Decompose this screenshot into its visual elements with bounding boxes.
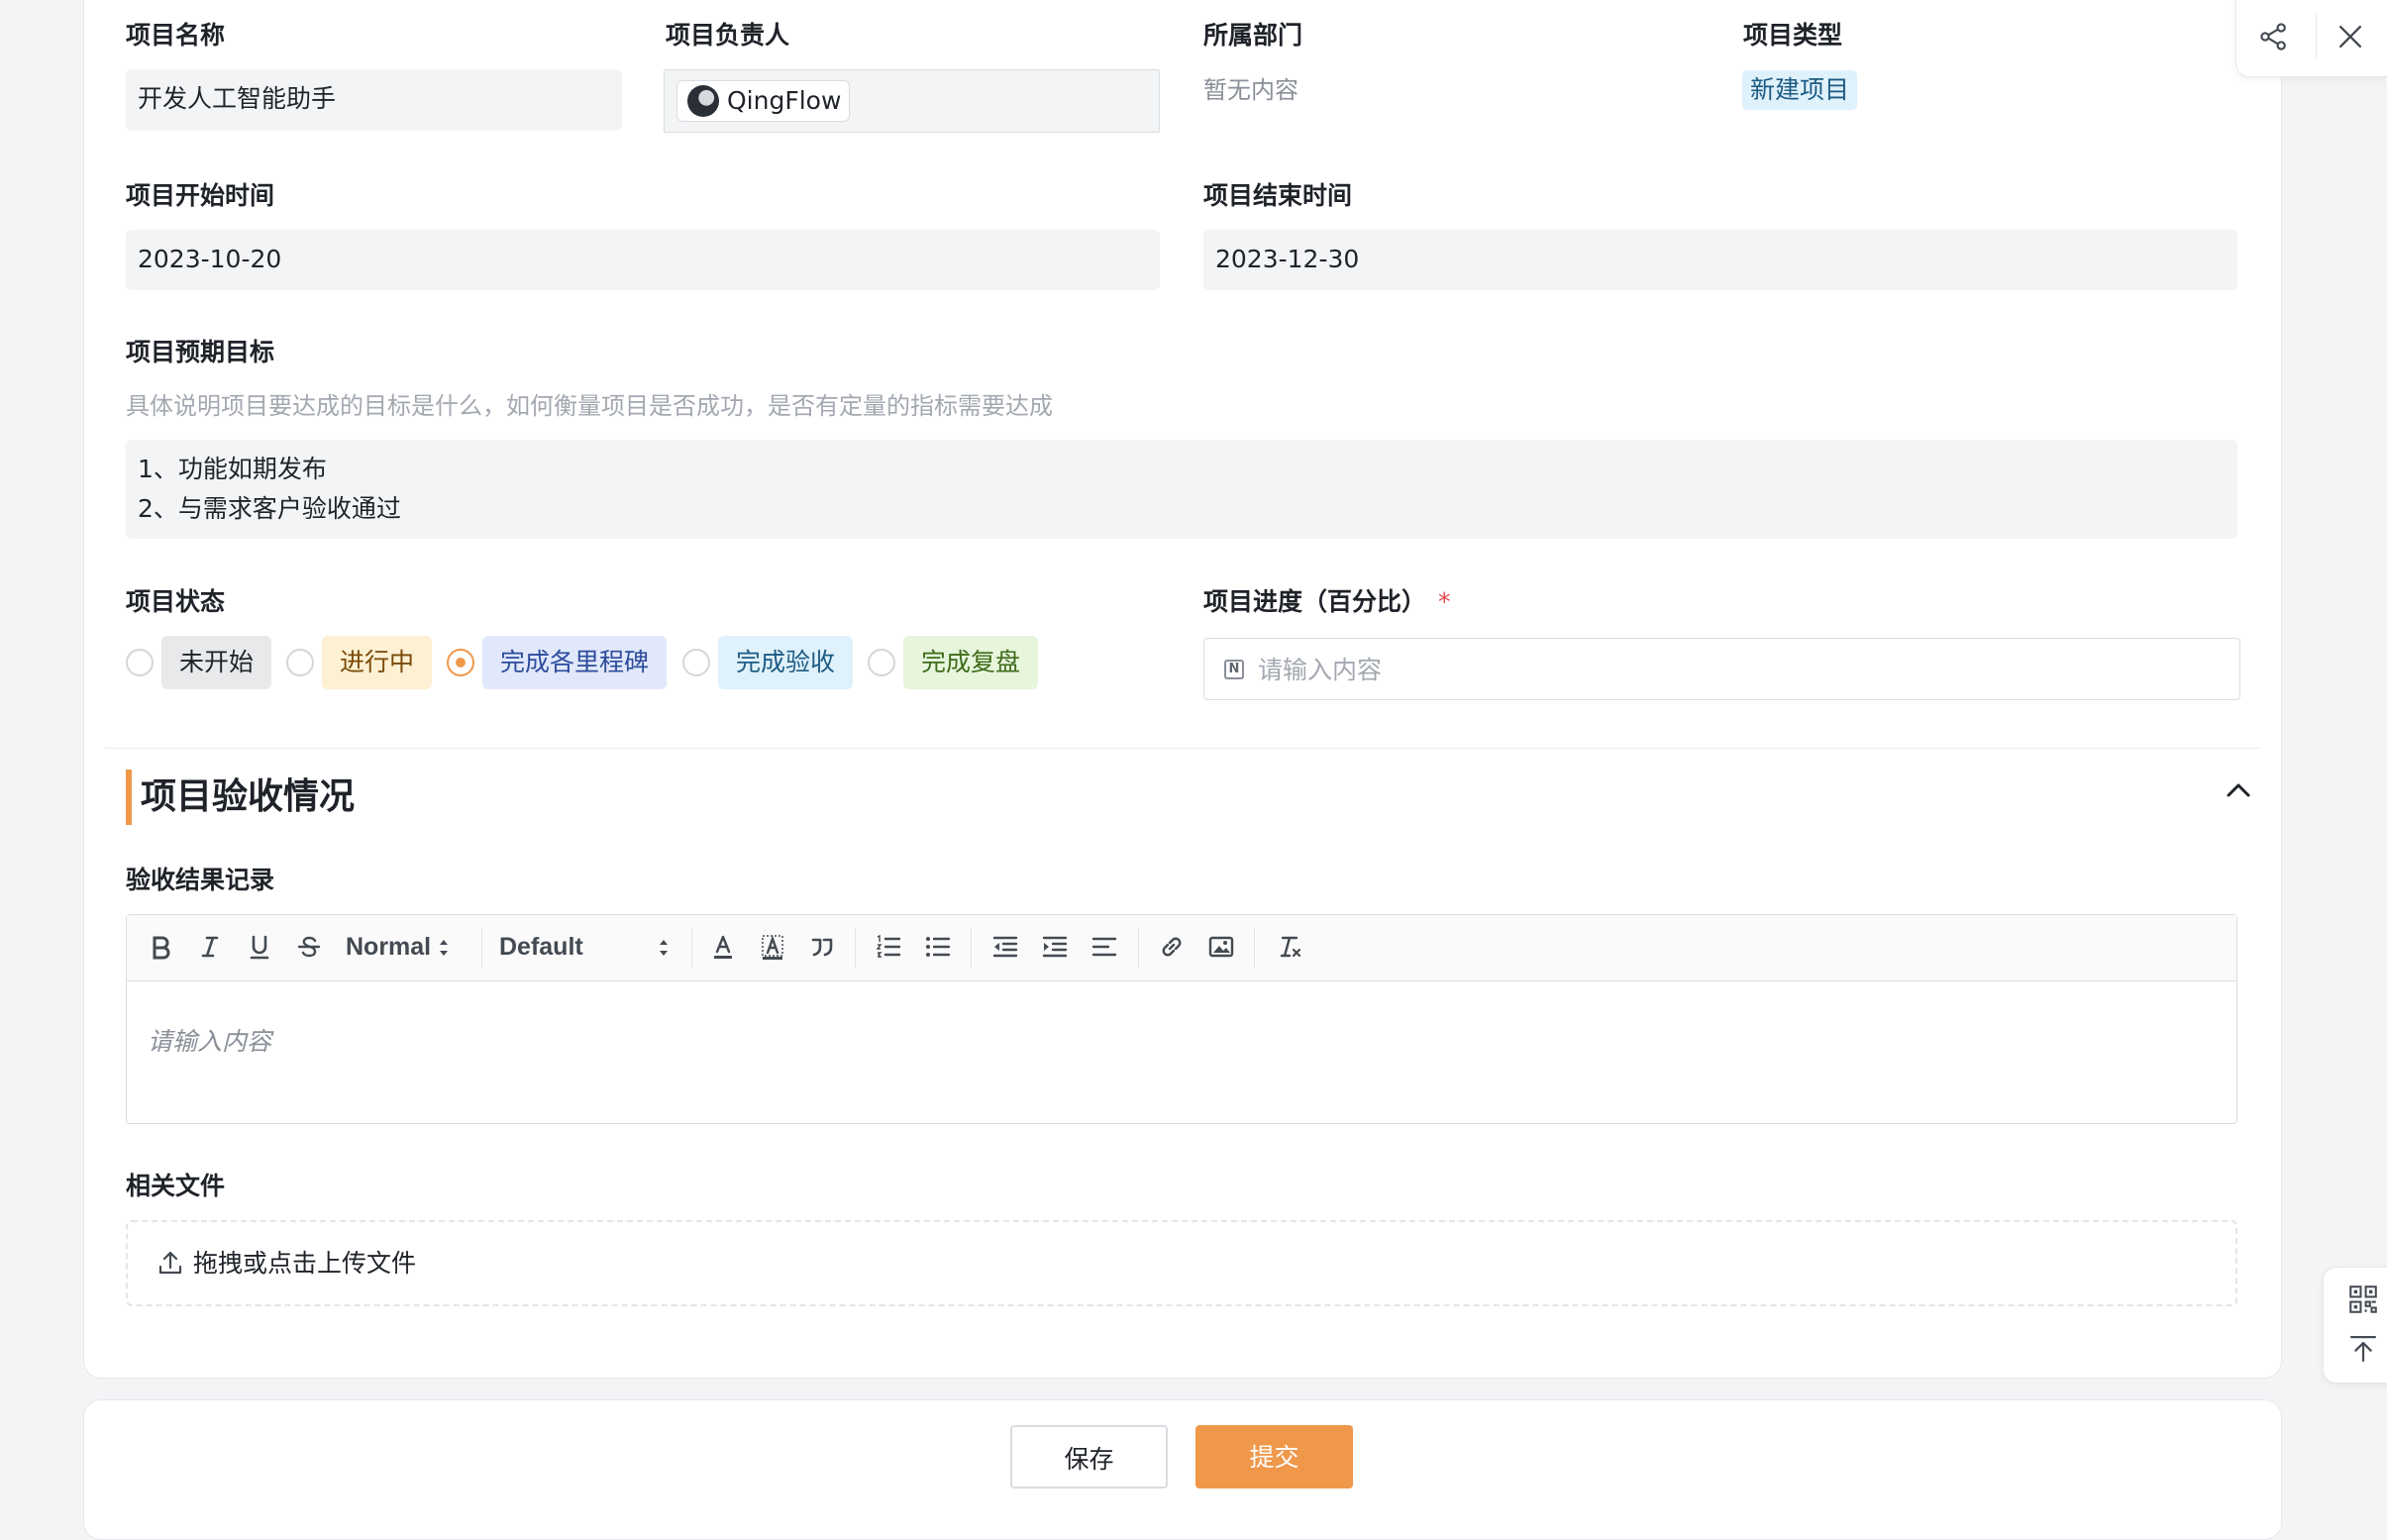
- actions-separator: [2316, 13, 2317, 58]
- indent-icon[interactable]: [1037, 929, 1073, 965]
- owner-field[interactable]: QingFlow: [664, 69, 1160, 133]
- status-radio-in-progress[interactable]: [286, 649, 314, 676]
- owner-chip[interactable]: QingFlow: [676, 80, 851, 122]
- outdent-icon[interactable]: [987, 929, 1023, 965]
- header-select-value: Normal: [346, 933, 432, 961]
- section-accent-bar: [126, 770, 132, 825]
- bold-icon[interactable]: [143, 929, 178, 965]
- project-name-field[interactable]: 开发人工智能助手: [126, 69, 622, 131]
- share-icon[interactable]: [2254, 17, 2294, 56]
- goal-textarea[interactable]: 1、功能如期发布 2、与需求客户验收通过: [126, 440, 2237, 539]
- section-title: 项目验收情况: [141, 776, 356, 817]
- strike-icon[interactable]: [291, 929, 327, 965]
- window-actions: [2235, 0, 2387, 77]
- start-time-field[interactable]: 2023-10-20: [126, 230, 1160, 290]
- submit-button[interactable]: 提交: [1195, 1425, 1353, 1489]
- progress-field[interactable]: N: [1203, 638, 2240, 701]
- number-icon: N: [1224, 660, 1244, 679]
- goal-hint: 具体说明项目要达成的目标是什么，如何衡量项目是否成功，是否有定量的指标需要达成: [126, 392, 1053, 420]
- upload-icon: [158, 1251, 182, 1275]
- clear-format-icon[interactable]: [1272, 929, 1307, 965]
- italic-icon[interactable]: [192, 929, 228, 965]
- progress-label: 项目进度（百分比） *: [1203, 584, 1451, 620]
- toolbar-separator: [1254, 927, 1255, 969]
- header-select[interactable]: Normal: [346, 929, 431, 965]
- toolbar-separator: [855, 927, 856, 969]
- text-color-icon[interactable]: [705, 929, 741, 965]
- quote-icon[interactable]: [804, 929, 840, 965]
- header-select-arrows-icon: [440, 940, 448, 956]
- editor-placeholder: 请输入内容: [148, 1027, 272, 1056]
- image-icon[interactable]: [1203, 929, 1239, 965]
- toolbar-separator: [691, 927, 692, 969]
- start-time-label: 项目开始时间: [126, 181, 275, 210]
- status-radio-accepted[interactable]: [682, 649, 710, 676]
- files-label: 相关文件: [126, 1172, 226, 1200]
- owner-name: QingFlow: [727, 86, 842, 115]
- font-select[interactable]: Default: [499, 929, 583, 965]
- record-label: 验收结果记录: [126, 866, 275, 894]
- progress-label-text: 项目进度（百分比）: [1203, 587, 1427, 616]
- avatar: [687, 85, 719, 117]
- editor-toolbar: Normal Default: [127, 915, 2236, 981]
- project-name-label: 项目名称: [126, 21, 226, 50]
- department-label: 所属部门: [1203, 21, 1303, 50]
- end-time-label: 项目结束时间: [1203, 181, 1353, 210]
- status-radio-milestones[interactable]: [447, 649, 474, 676]
- end-time-field[interactable]: 2023-12-30: [1203, 230, 2237, 290]
- status-radio-reviewed[interactable]: [868, 649, 895, 676]
- link-icon[interactable]: [1154, 929, 1190, 965]
- chevron-up-icon[interactable]: [2224, 775, 2253, 805]
- bullet-list-icon[interactable]: [920, 929, 956, 965]
- toolbar-separator: [481, 927, 482, 969]
- project-type-label: 项目类型: [1743, 21, 1843, 50]
- close-icon[interactable]: [2331, 17, 2370, 56]
- footer-bar: [83, 1399, 2282, 1540]
- goal-line-2: 2、与需求客户验收通过: [138, 494, 401, 523]
- status-radio-not-started[interactable]: [126, 649, 154, 676]
- required-mark: *: [1438, 587, 1451, 616]
- back-to-top-icon[interactable]: [2343, 1329, 2383, 1369]
- status-option-accepted[interactable]: 完成验收: [718, 636, 854, 689]
- department-value: 暂无内容: [1203, 76, 1298, 104]
- status-option-not-started[interactable]: 未开始: [161, 636, 272, 689]
- font-select-arrows-icon: [660, 940, 668, 956]
- align-icon[interactable]: [1087, 929, 1122, 965]
- rich-text-editor[interactable]: Normal Default 请输入内容: [126, 914, 2237, 1124]
- side-tools: [2323, 1267, 2387, 1384]
- font-select-value: Default: [499, 933, 583, 961]
- upload-area[interactable]: 拖拽或点击上传文件: [126, 1220, 2237, 1306]
- toolbar-separator: [971, 927, 972, 969]
- status-option-milestones[interactable]: 完成各里程碑: [482, 636, 668, 689]
- ordered-list-icon[interactable]: [871, 929, 906, 965]
- background-color-icon[interactable]: [755, 929, 790, 965]
- goal-line-1: 1、功能如期发布: [138, 455, 327, 483]
- project-type-tag: 新建项目: [1742, 70, 1858, 110]
- section-divider: [105, 748, 2260, 749]
- owner-label: 项目负责人: [666, 21, 790, 50]
- qr-code-icon[interactable]: [2343, 1280, 2383, 1319]
- underline-icon[interactable]: [242, 929, 277, 965]
- status-option-reviewed[interactable]: 完成复盘: [903, 636, 1039, 689]
- progress-input[interactable]: [1256, 639, 2231, 701]
- save-button[interactable]: 保存: [1010, 1425, 1168, 1489]
- status-option-in-progress[interactable]: 进行中: [322, 636, 433, 689]
- upload-text: 拖拽或点击上传文件: [193, 1249, 417, 1278]
- status-label: 项目状态: [126, 587, 226, 616]
- goal-label: 项目预期目标: [126, 338, 275, 366]
- toolbar-separator: [1138, 927, 1139, 969]
